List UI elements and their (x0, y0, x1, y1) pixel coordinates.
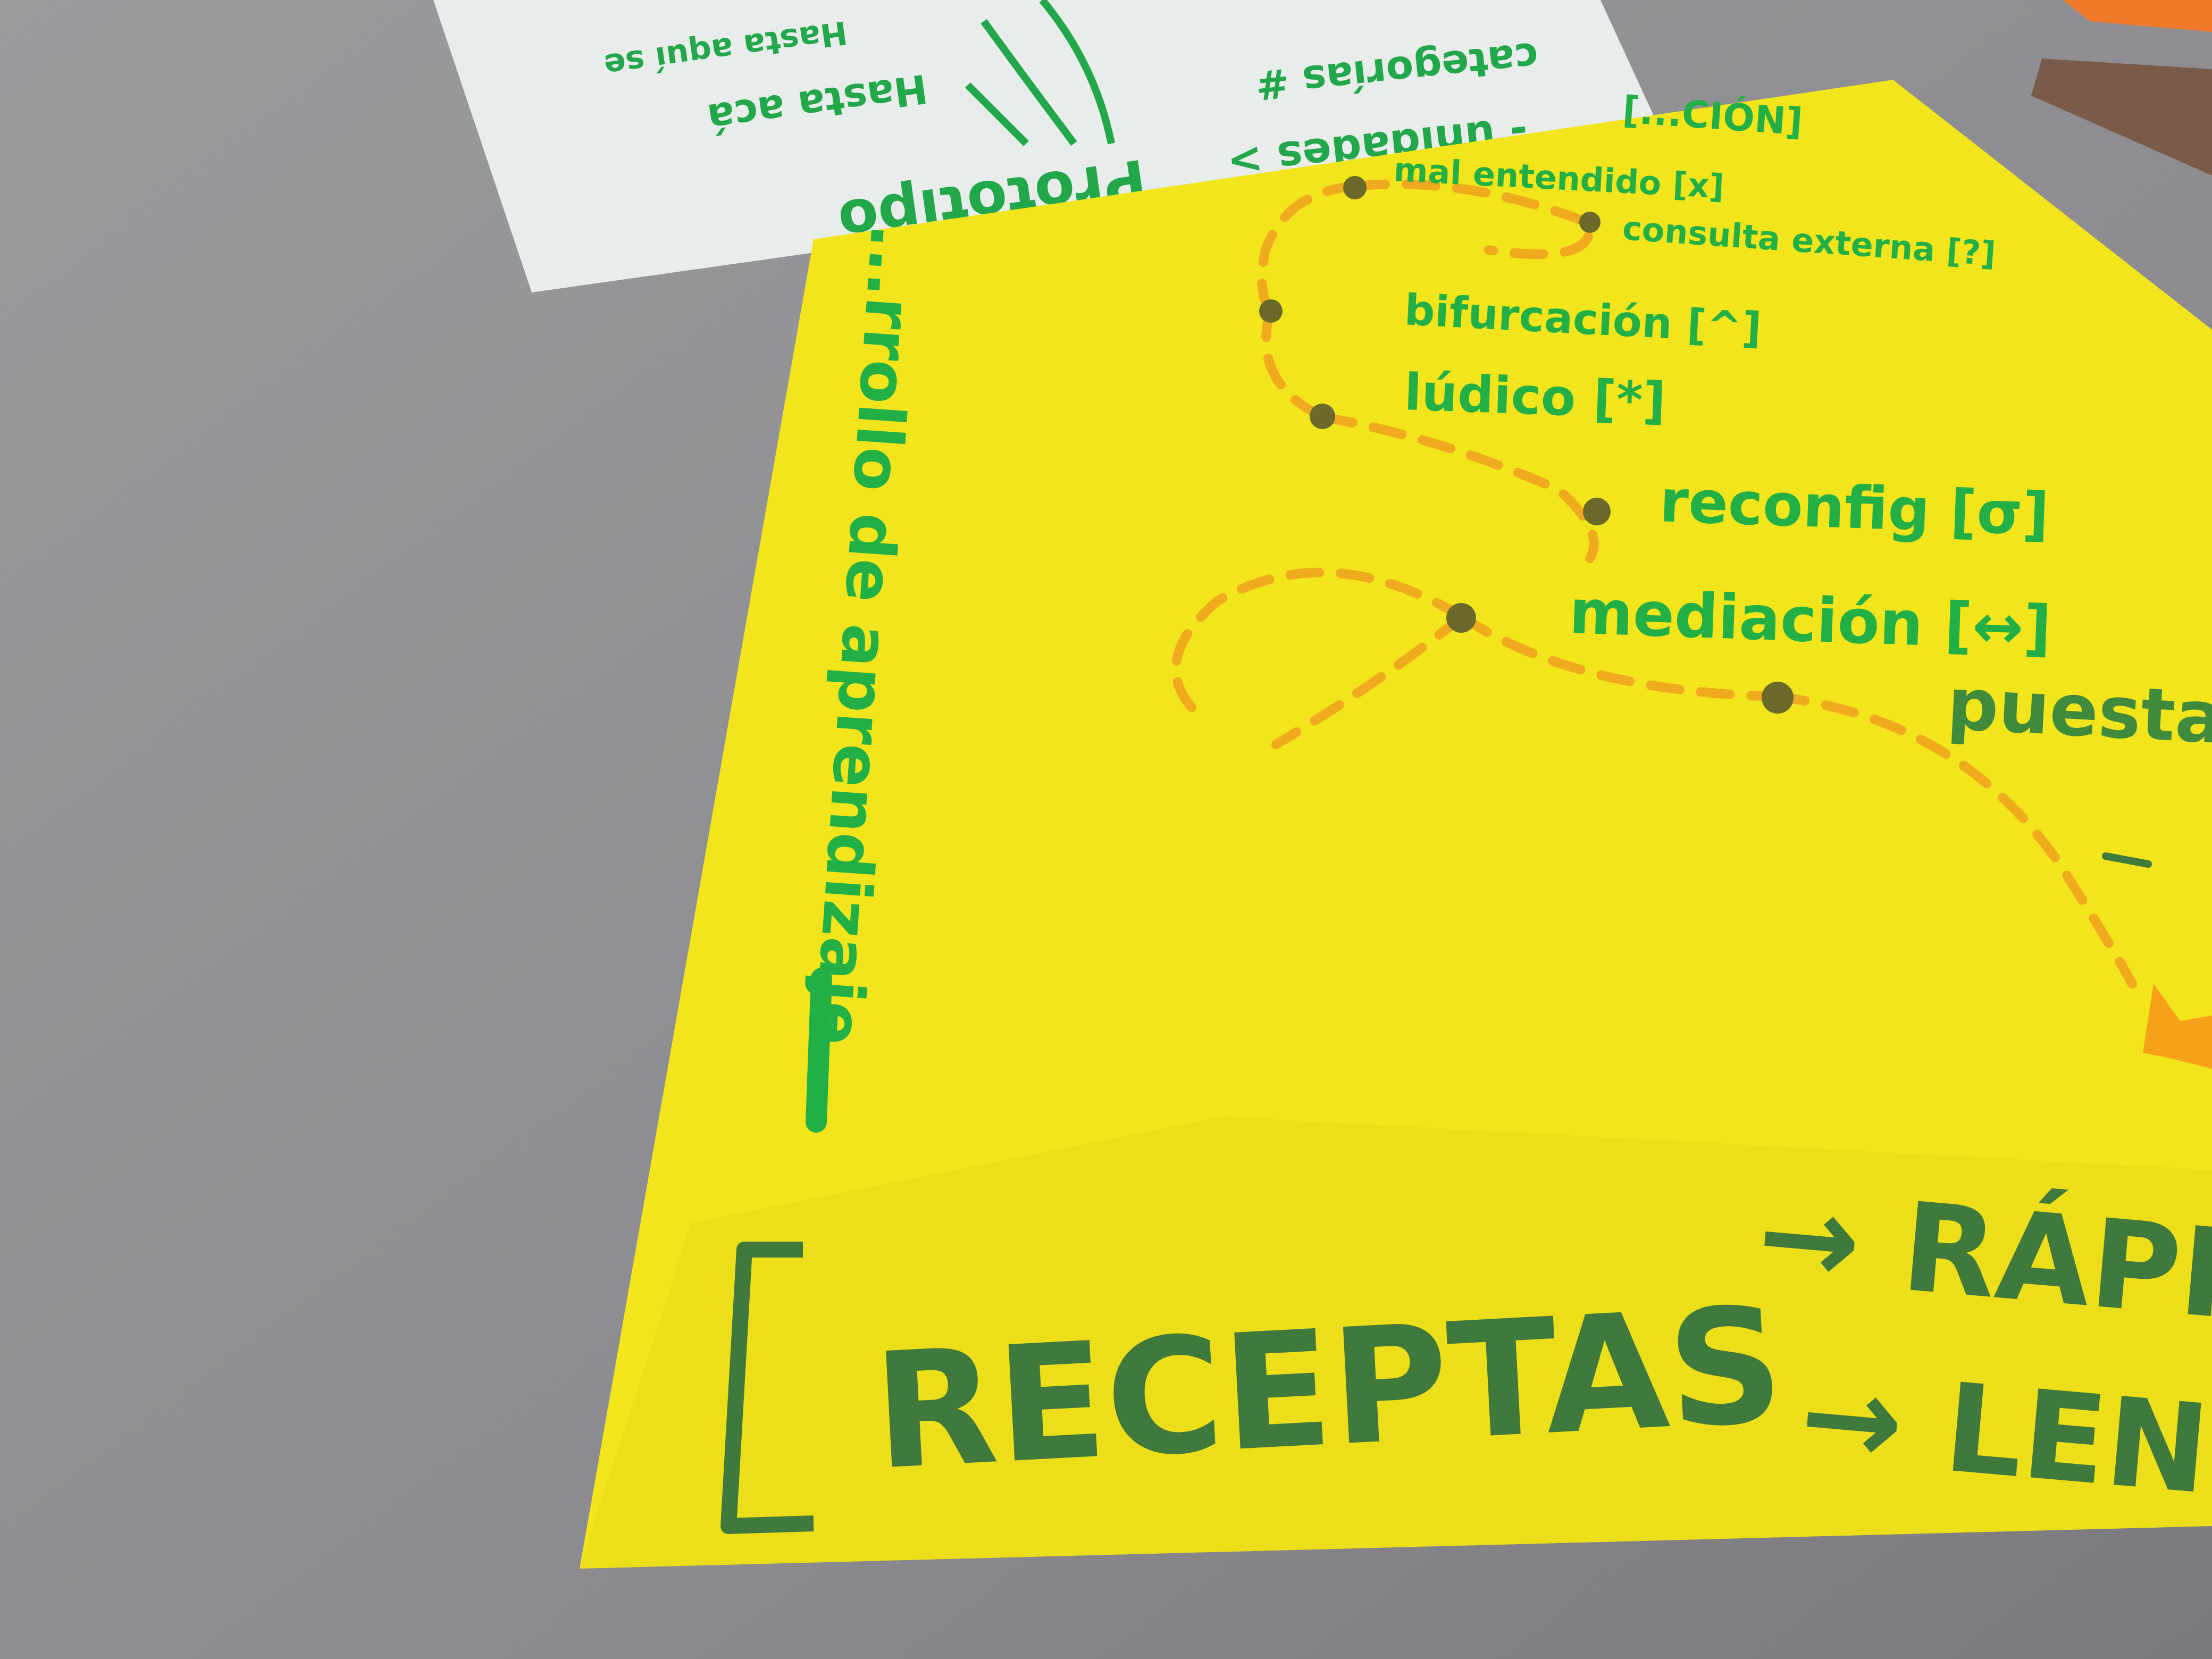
dot-2 (1579, 212, 1601, 233)
dot-4 (1310, 404, 1335, 429)
dot-7 (1762, 682, 1794, 714)
dot-1 (1343, 176, 1367, 199)
step-4: lúdico [*] (1403, 363, 1666, 431)
dot-5 (1583, 498, 1611, 525)
photo-scene: Prototipo Hasta acá Hasta aquí se catego… (0, 0, 2212, 1659)
vertical-dash (806, 968, 832, 1133)
dot-6 (1446, 603, 1476, 633)
step-5: reconfig [σ] (1658, 467, 2050, 548)
dot-3 (1259, 299, 1283, 323)
